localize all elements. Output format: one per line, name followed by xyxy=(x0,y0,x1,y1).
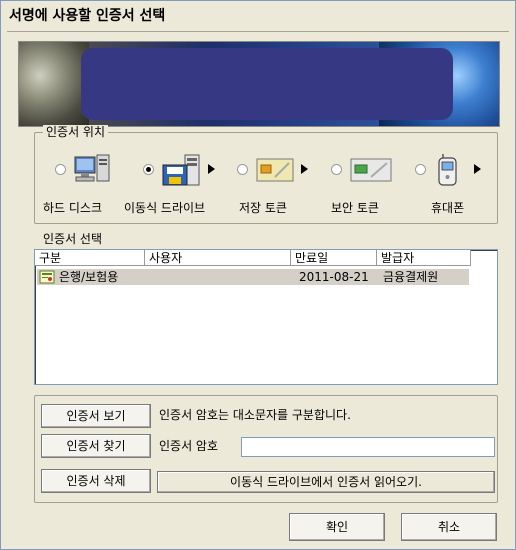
delete-certificate-button[interactable]: 인증서 삭제 xyxy=(41,469,151,493)
cancel-button[interactable]: 취소 xyxy=(401,513,497,541)
mobile-phone-icon[interactable] xyxy=(437,153,459,187)
column-header-issuer[interactable]: 발급자 xyxy=(377,250,471,266)
device-label-mobile-phone: 휴대폰 xyxy=(431,201,465,215)
cert-select-title: 인증서 선택 xyxy=(43,232,103,246)
radio-selected-dot xyxy=(146,167,151,172)
radio-removable-drive[interactable] xyxy=(143,164,154,175)
dialog-title: 서명에 사용할 인증서 선택 xyxy=(1,1,515,31)
device-label-storage-token: 저장 토큰 xyxy=(239,201,287,215)
column-header-expiry[interactable]: 만료일 xyxy=(291,250,377,266)
certificate-dialog: 서명에 사용할 인증서 선택 인증서 위치 하드 디스크 이동식 드라이브 저장… xyxy=(0,0,516,550)
certificate-icon xyxy=(39,270,55,284)
removable-drive-icon[interactable] xyxy=(161,153,205,189)
radio-storage-token[interactable] xyxy=(237,164,248,175)
banner-image xyxy=(18,41,500,127)
security-token-icon[interactable] xyxy=(349,157,393,183)
hard-disk-icon[interactable] xyxy=(73,153,113,187)
certificate-list[interactable]: 구분 사용자 만료일 발급자 은행/보험용 2011-08-21 금융결제원 xyxy=(34,249,498,385)
radio-hard-disk[interactable] xyxy=(55,164,66,175)
view-certificate-button[interactable]: 인증서 보기 xyxy=(41,404,151,428)
mobile-phone-arrow-icon xyxy=(474,164,481,174)
device-label-removable-drive: 이동식 드라이브 xyxy=(124,201,206,215)
cert-type-cell: 은행/보험용 xyxy=(59,270,119,284)
password-input[interactable] xyxy=(241,437,495,457)
banner-panel xyxy=(81,48,453,120)
removable-drive-arrow-icon xyxy=(208,164,215,174)
radio-mobile-phone[interactable] xyxy=(415,164,426,175)
storage-token-icon[interactable] xyxy=(255,157,295,183)
device-label-security-token: 보안 토큰 xyxy=(331,201,379,215)
moon-image xyxy=(19,42,89,126)
storage-token-arrow-icon xyxy=(301,164,308,174)
cert-issuer-cell: 금융결제원 xyxy=(383,270,439,284)
table-row[interactable]: 은행/보험용 2011-08-21 금융결제원 xyxy=(37,269,469,285)
password-label: 인증서 암호 xyxy=(159,439,219,453)
device-label-hard-disk: 하드 디스크 xyxy=(43,201,103,215)
radio-security-token[interactable] xyxy=(331,164,342,175)
import-from-removable-button[interactable]: 이동식 드라이브에서 인증서 읽어오기. xyxy=(157,471,495,493)
cert-expiry-cell: 2011-08-21 xyxy=(299,270,369,284)
ok-button[interactable]: 확인 xyxy=(289,513,385,541)
column-header-type[interactable]: 구분 xyxy=(35,250,145,266)
title-divider xyxy=(7,31,509,32)
find-certificate-button[interactable]: 인증서 찾기 xyxy=(41,434,151,458)
password-notice-text: 인증서 암호는 대소문자를 구분합니다. xyxy=(159,408,351,422)
location-group-title: 인증서 위치 xyxy=(43,125,109,139)
column-header-user[interactable]: 사용자 xyxy=(145,250,291,266)
